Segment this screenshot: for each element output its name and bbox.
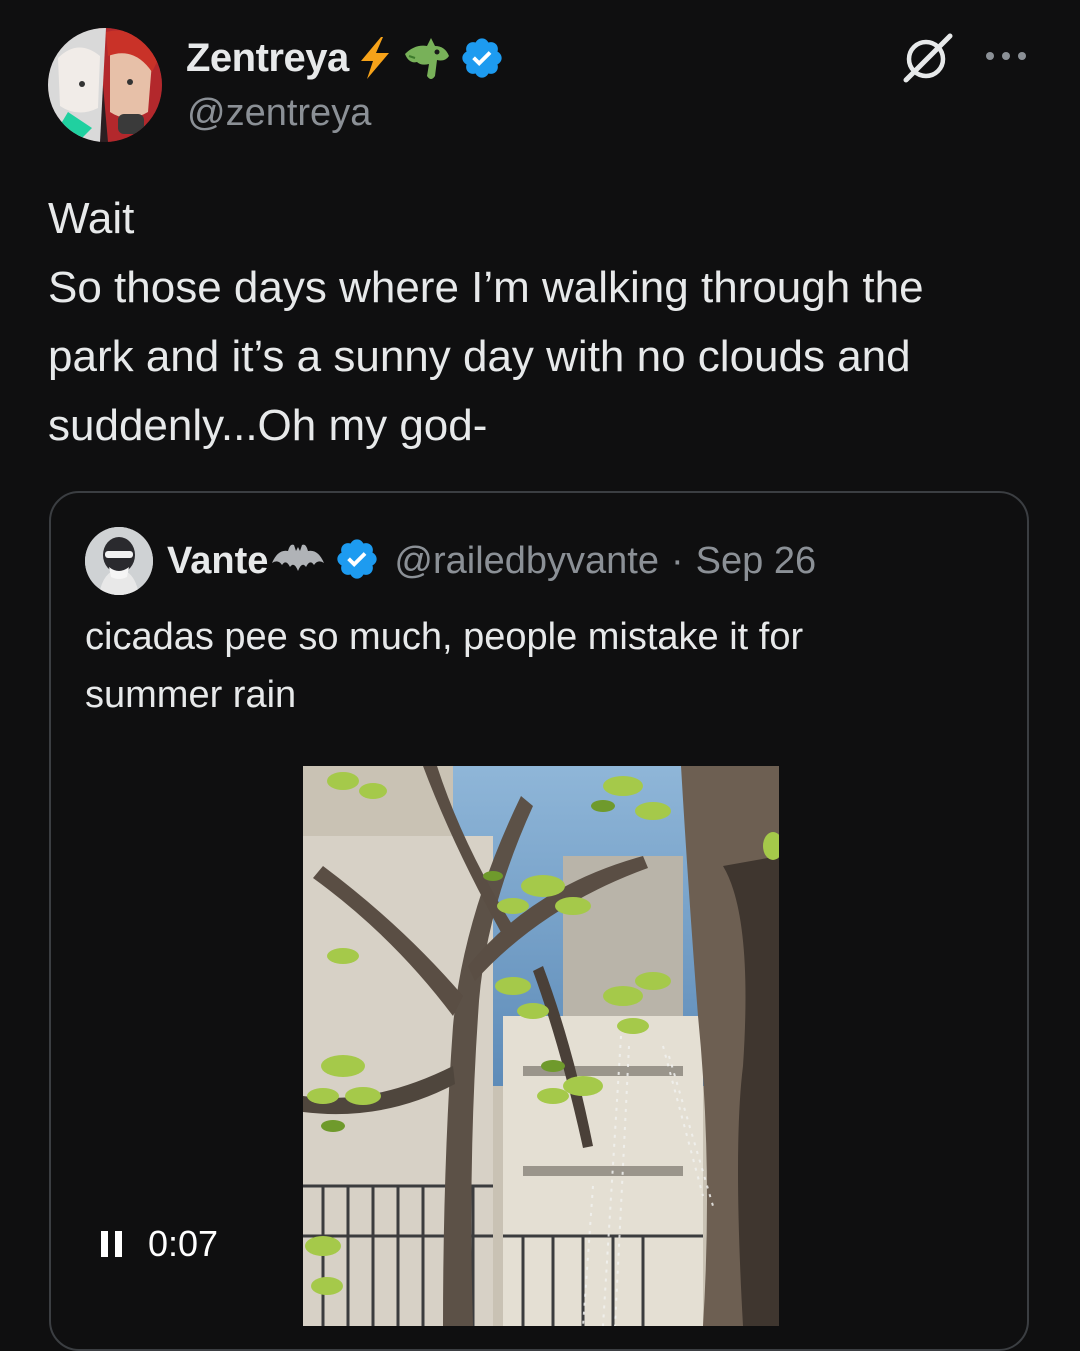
tweet-text-line: suddenly...Oh my god-	[48, 401, 488, 450]
author-display-name[interactable]: Zentreya	[186, 36, 349, 81]
quoted-date[interactable]: Sep 26	[696, 540, 816, 583]
tweet-text: Wait So those days where I’m walking thr…	[48, 184, 1048, 460]
tweet-text-line: Wait	[48, 194, 135, 243]
tweet-text-line: park and it’s a sunny day with no clouds…	[48, 332, 911, 381]
tweet-text-line: So those days where I’m walking through …	[48, 263, 924, 312]
pause-icon[interactable]	[101, 1231, 122, 1257]
quoted-display-name[interactable]: Vante	[167, 540, 268, 583]
video-player-controls: 0:07	[101, 1223, 218, 1265]
verified-badge-icon	[459, 35, 505, 81]
quoted-handle[interactable]: @railedbyvante	[394, 540, 659, 583]
more-options-icon[interactable]	[984, 46, 1028, 66]
quoted-tweet-card[interactable]: Vante @railedbyvante · Sep 26 cicadas pe…	[49, 491, 1029, 1351]
quoted-verified-badge-icon	[334, 536, 380, 587]
quoted-separator: ·	[671, 539, 684, 582]
lightning-icon	[355, 35, 395, 81]
author-avatar[interactable]	[48, 28, 162, 142]
author-name-row[interactable]: Zentreya	[186, 30, 505, 86]
quoted-text-line: cicadas pee so much, people mistake it f…	[85, 616, 804, 658]
quoted-author-avatar[interactable]	[85, 527, 153, 595]
avatar-image	[48, 28, 162, 142]
bat-icon	[270, 539, 326, 584]
quoted-header: Vante @railedbyvante · Sep 26	[167, 533, 816, 589]
video-frame	[303, 766, 779, 1326]
quoted-video[interactable]	[303, 766, 779, 1326]
quoted-text-line: summer rain	[85, 674, 297, 716]
author-handle[interactable]: @zentreya	[187, 92, 371, 135]
quoted-avatar-image	[85, 527, 153, 595]
quoted-text: cicadas pee so much, people mistake it f…	[85, 608, 985, 724]
dragon-icon	[401, 32, 453, 84]
grok-icon[interactable]	[900, 32, 956, 84]
video-timestamp: 0:07	[148, 1223, 219, 1264]
